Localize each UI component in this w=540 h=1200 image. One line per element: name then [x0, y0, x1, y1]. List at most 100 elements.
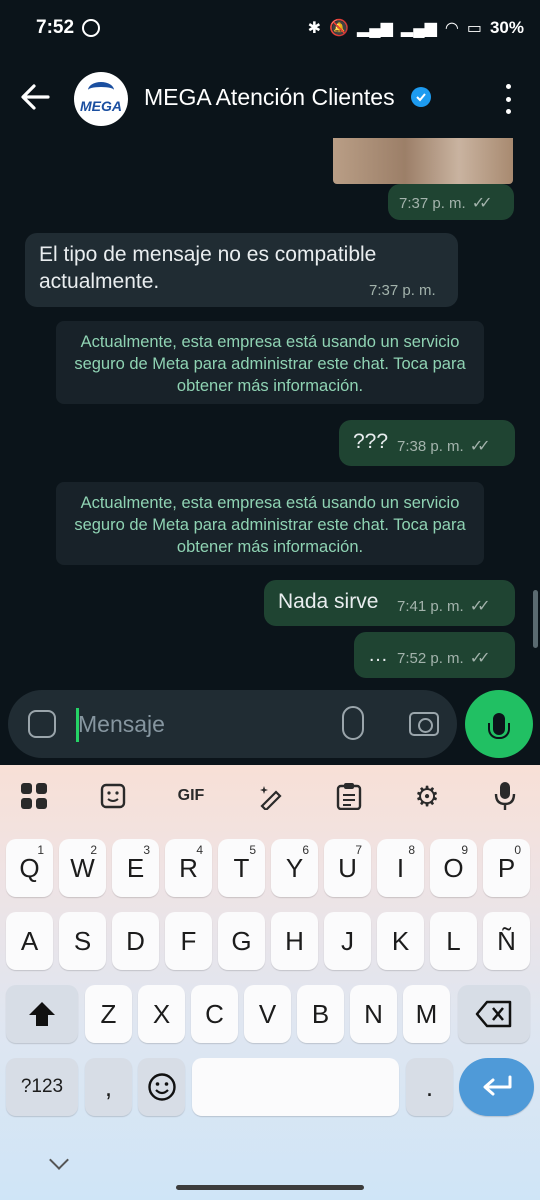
apps-grid-icon[interactable] — [18, 781, 50, 811]
signal-icon: ▂▄▆ — [356, 20, 393, 37]
message-text: … — [368, 644, 388, 666]
message-out[interactable]: Nada sirve 7:41 p. m. ✓✓ — [264, 580, 515, 626]
key-t[interactable]: T5 — [218, 839, 265, 897]
backspace-key[interactable] — [458, 985, 530, 1043]
symbols-key[interactable]: ?123 — [6, 1058, 78, 1116]
battery-icon: ▭ — [466, 20, 482, 37]
enter-key[interactable] — [459, 1058, 534, 1116]
system-notice[interactable]: Actualmente, esta empresa está usando un… — [56, 482, 484, 565]
key-w[interactable]: W2 — [59, 839, 106, 897]
system-notice-text: Actualmente, esta empresa está usando un… — [74, 333, 466, 395]
chat-header: MEGA MEGA Atención Clientes — [0, 56, 540, 138]
magic-wand-icon[interactable] — [254, 781, 286, 811]
status-time: 7:52 — [36, 17, 75, 38]
message-time: 7:52 p. m. — [397, 649, 464, 667]
status-bar: 7:52 ✱ 🔕 ▂▄▆ ▂▄▆ ◠ ▭ 30% — [0, 0, 540, 56]
keyboard-toolbar: GIF ⚙ — [0, 765, 540, 827]
battery-percent: 30% — [489, 18, 524, 37]
double-check-icon: ✓✓ — [469, 650, 491, 667]
key-v[interactable]: V — [244, 985, 291, 1043]
key-h[interactable]: H — [271, 912, 318, 970]
key-s[interactable]: S — [59, 912, 106, 970]
double-check-icon: ✓✓ — [469, 438, 491, 455]
emoji-icon — [147, 1073, 176, 1101]
message-text: Nada sirve — [278, 590, 379, 613]
double-check-icon: ✓✓ — [469, 598, 491, 615]
message-time: 7:41 p. m. — [397, 597, 464, 615]
message-out[interactable]: … 7:52 p. m. ✓✓ — [354, 632, 515, 678]
key-a[interactable]: A — [6, 912, 53, 970]
key-l[interactable]: L — [430, 912, 477, 970]
message-input[interactable] — [78, 704, 318, 744]
comma-key[interactable]: , — [85, 1058, 132, 1116]
gif-button[interactable]: GIF — [172, 781, 210, 811]
key-j[interactable]: J — [324, 912, 371, 970]
enter-arrow-icon — [483, 1075, 511, 1096]
shift-arrow-icon — [29, 1002, 55, 1026]
shift-key[interactable] — [6, 985, 78, 1043]
avatar-logo-text: MEGA — [80, 98, 122, 114]
message-time: 7:37 p. m. — [369, 282, 436, 299]
key-i[interactable]: I8 — [377, 839, 424, 897]
key-r[interactable]: R4 — [165, 839, 212, 897]
key-m[interactable]: M — [403, 985, 450, 1043]
key-x[interactable]: X — [138, 985, 185, 1043]
status-icons: ✱ 🔕 ▂▄▆ ▂▄▆ ◠ ▭ 30% — [308, 18, 524, 38]
key-p[interactable]: P0 — [483, 839, 530, 897]
chat-scrollbar[interactable] — [533, 590, 538, 648]
space-bar[interactable] — [192, 1058, 399, 1116]
key-y[interactable]: Y6 — [271, 839, 318, 897]
key-u[interactable]: U7 — [324, 839, 371, 897]
more-options-icon[interactable] — [498, 84, 518, 114]
voice-record-button[interactable] — [465, 690, 533, 758]
back-arrow-icon[interactable] — [18, 80, 52, 114]
keyboard-mic-icon[interactable] — [490, 781, 520, 811]
system-notice[interactable]: Actualmente, esta empresa está usando un… — [56, 321, 484, 404]
key-o[interactable]: O9 — [430, 839, 477, 897]
key-k[interactable]: K — [377, 912, 424, 970]
period-key[interactable]: . — [406, 1058, 453, 1116]
mute-icon: 🔕 — [329, 20, 349, 37]
contact-name[interactable]: MEGA Atención Clientes — [144, 84, 395, 111]
key-b[interactable]: B — [297, 985, 344, 1043]
key-d[interactable]: D — [112, 912, 159, 970]
message-out[interactable]: ??? 7:38 p. m. ✓✓ — [339, 420, 515, 466]
contact-avatar[interactable]: MEGA — [74, 72, 128, 126]
key-c[interactable]: C — [191, 985, 238, 1043]
key-enye[interactable]: Ñ — [483, 912, 530, 970]
sticker-keyboard-icon[interactable] — [98, 781, 128, 811]
chat-messages[interactable]: 7:37 p. m. ✓✓ El tipo de mensaje no es c… — [0, 138, 540, 690]
key-q[interactable]: Q1 — [6, 839, 53, 897]
attach-icon[interactable] — [342, 706, 364, 740]
key-z[interactable]: Z — [85, 985, 132, 1043]
backspace-icon — [475, 1000, 512, 1028]
whatsapp-notification-icon — [82, 19, 101, 37]
double-check-icon: ✓✓ — [471, 195, 493, 212]
bluetooth-icon: ✱ — [307, 20, 322, 37]
message-composer — [8, 690, 457, 758]
microphone-icon — [488, 713, 510, 739]
emoji-key[interactable] — [138, 1058, 185, 1116]
gesture-home-bar[interactable] — [176, 1185, 364, 1190]
sticker-icon[interactable] — [28, 710, 56, 738]
settings-gear-icon[interactable]: ⚙ — [411, 781, 443, 812]
message-in[interactable]: El tipo de mensaje no es compatible actu… — [25, 233, 458, 307]
on-screen-keyboard: GIF ⚙ Q1 W2 E3 R4 T5 Y6 U7 I8 O9 P0 A S … — [0, 765, 540, 1200]
mega-logo-arc-icon — [88, 82, 114, 98]
key-n[interactable]: N — [350, 985, 397, 1043]
message-time: 7:38 p. m. — [397, 437, 464, 455]
wifi-icon: ◠ — [444, 20, 459, 37]
clipboard-icon[interactable] — [334, 781, 364, 811]
signal-icon-2: ▂▄▆ — [400, 20, 437, 37]
key-e[interactable]: E3 — [112, 839, 159, 897]
verified-badge-icon — [411, 87, 431, 107]
camera-icon[interactable] — [409, 712, 439, 736]
hide-keyboard-chevron-icon[interactable] — [49, 1150, 69, 1170]
system-notice-text: Actualmente, esta empresa está usando un… — [74, 494, 466, 556]
message-time: 7:37 p. m. — [399, 194, 466, 212]
key-f[interactable]: F — [165, 912, 212, 970]
message-out-image-meta[interactable]: 7:37 p. m. ✓✓ — [388, 184, 514, 220]
image-message-preview[interactable] — [333, 138, 513, 184]
message-text: ??? — [353, 430, 389, 453]
key-g[interactable]: G — [218, 912, 265, 970]
